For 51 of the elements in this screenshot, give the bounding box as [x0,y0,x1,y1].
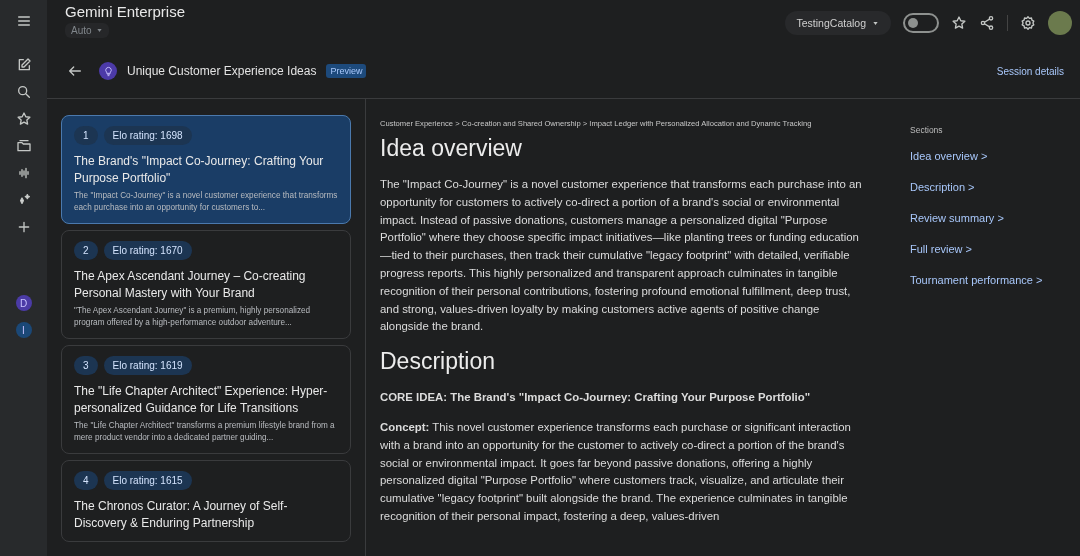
user-avatar[interactable]: I [15,322,32,338]
folder-icon[interactable] [15,138,32,154]
section-heading: Description [380,348,497,376]
idea-summary: The "Impact Co-Journey" is a novel customer experience that transforms each purchase into an opportunity for customers to... [74,190,338,214]
idea-title: The "Life Chapter Architect" Experience: Hyper-personalized Guidance for Life Transitions [74,383,329,417]
rank-badge: 4 [74,471,98,490]
back-arrow-icon[interactable] [67,63,83,79]
menu-icon[interactable] [15,13,32,29]
overview-paragraph: The "Impact Co-Journey" is a novel customer experience that transforms each purchase into an opportunity for customers to actively co-direct a portion of a brand's social or environmental impact. Instead of passive donations, customers manage a personalized digital "Purpose Portfolio" where they choose specific impact initiatives—like planting trees or funding education—tied to their purchases, then track their cumulative "legacy footprint" with detailed, verifiable progress reports. This highly personalized and transparent approach culminates in tangible recognition of their personal contributions, fostering profound emotional fulfillment, deep trust, and strong, values-driven loyalty by making customers active agents of positive change alongside the brand. [380,177,863,335]
idea-card[interactable] [61,115,351,224]
idea-title: The Chronos Curator: A Journey of Self-Discovery & Enduring Partnership [74,498,289,532]
search-icon[interactable] [15,84,32,100]
section-link[interactable]: Tournament performance > [910,274,1080,286]
preview-badge: Preview [326,64,367,78]
rank-badge: 3 [74,356,98,375]
section-heading: Idea overview [380,135,523,162]
caret-icon [872,19,879,27]
section-link[interactable]: Full review > [910,243,1080,255]
caret-icon [95,27,103,34]
idea-card[interactable] [61,230,351,339]
user-avatar[interactable] [1048,11,1072,35]
idea-title: The Apex Ascendant Journey – Co-creating Personal Mastery with Your Brand [74,268,307,302]
idea-summary: "The Apex Ascendant Journey" is a premium, highly personalized program offered by a high-performance outdoor adventure... [74,305,312,329]
share-icon[interactable] [979,15,995,31]
elo-rating-badge: Elo rating: 1698 [103,126,192,145]
star-icon[interactable] [15,111,32,127]
core-idea-heading: CORE IDEA: The Brand's "Impact Co-Journey: Crafting Your Purpose Portfolio" [380,390,812,406]
idea-title: The Brand's "Impact Co-Journey: Crafting Your Purpose Portfolio" [74,153,325,187]
section-link[interactable]: Description > [910,181,1080,193]
sections-label: Sections [910,125,944,135]
model-dropdown[interactable]: Auto [65,23,109,38]
lightbulb-icon [99,62,117,80]
session-title: Unique Customer Experience Ideas [127,64,317,78]
star-icon[interactable] [951,15,967,31]
idea-card[interactable] [61,345,351,454]
section-link[interactable]: Review summary > [910,212,1080,224]
section-link[interactable]: Idea overview > [910,150,1080,162]
session-details-link[interactable]: Session details [996,65,1064,77]
rank-badge: 2 [74,241,98,260]
concept-paragraph: Concept: This novel customer experience transforms each purchase or significant interaction with a brand into an opportunity for the customer to actively co-direct a portion of the brand's social or environmental impact. It goes far beyond passive donations, offering a highly personalized digital "Purpose Portfolio" where customers track, visualize, and articulate their cumulative "legacy footprint" built alongside the brand. The experience culminates in tangible recognition of their personal impact, fostering a deep, values-driven [380,419,852,524]
idea-card[interactable]: 4 Elo rating: 1615 The Chronos Curator: A Journey of Self-Discovery & Enduring Partnership [61,460,351,542]
elo-rating-badge: Elo rating: 1619 [103,356,192,375]
toggle-switch[interactable] [903,13,939,33]
elo-rating-badge: Elo rating: 1670 [103,241,192,260]
user-avatar[interactable]: D [15,295,32,311]
idea-summary: The "Life Chapter Architect" transforms a premium lifestyle brand from a mere product vendor into a dedicated partner guiding... [74,420,336,444]
settings-icon[interactable] [1020,15,1036,31]
workspace-dropdown[interactable]: TestingCatalog [784,11,891,35]
app-title: Gemini Enterprise [65,3,186,20]
elo-rating-badge: Elo rating: 1615 [103,471,192,490]
rank-badge: 1 [74,126,98,145]
